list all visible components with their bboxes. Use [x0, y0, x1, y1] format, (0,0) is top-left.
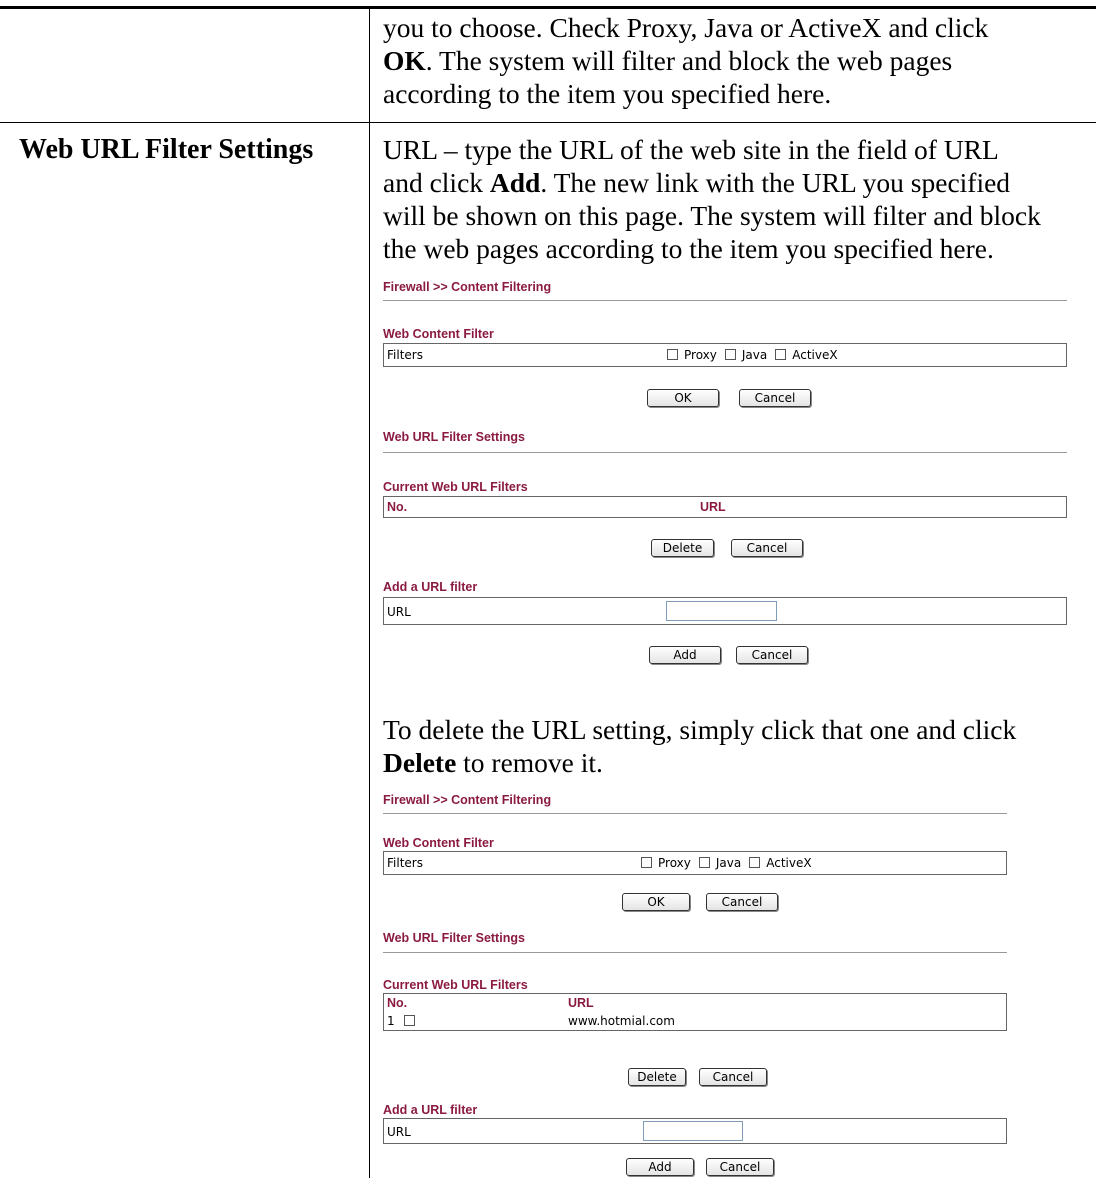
- desc-line-1: URL – type the URL of the web site in th…: [383, 134, 999, 165]
- java-checkbox[interactable]: [698, 857, 710, 868]
- intro-line-2: OK. The system will filter and block the…: [383, 44, 952, 77]
- url-label: URL: [387, 1125, 411, 1139]
- intro-line-2-rest: . The system will filter and block the w…: [425, 45, 953, 76]
- url-label: URL: [387, 605, 411, 619]
- intro-line-1: you to choose. Check Proxy, Java or Acti…: [383, 12, 989, 43]
- filters-row: Filters Proxy Java ActiveX: [383, 343, 1067, 367]
- breadcrumb: Firewall >> Content Filtering: [383, 280, 552, 294]
- add-button[interactable]: Add: [626, 1158, 694, 1176]
- desc-line-2: and click Add. The new link with the URL…: [383, 167, 1011, 198]
- delete-line-1: To delete the URL setting, simply click …: [383, 714, 1017, 745]
- current-filters-table: No. URL 1 www.hotmial.com: [383, 993, 1007, 1031]
- proxy-checkbox[interactable]: [667, 349, 678, 360]
- row-label-web-url-filter: Web URL Filter Settings: [19, 134, 314, 165]
- cancel-button[interactable]: Cancel: [706, 893, 778, 911]
- cancel-button[interactable]: Cancel: [706, 1158, 774, 1176]
- current-filters-table: No. URL: [383, 496, 1067, 518]
- row-url: www.hotmial.com: [568, 1014, 675, 1028]
- separator: [383, 813, 1007, 814]
- table-row: 1: [387, 1014, 421, 1028]
- proxy-label: Proxy: [684, 348, 717, 362]
- separator: [383, 452, 1067, 453]
- section-web-content-filter: Web Content Filter: [383, 327, 494, 341]
- router-screenshot-empty: Firewall >> Content Filtering Web Conten…: [383, 275, 1073, 670]
- activex-label: ActiveX: [792, 348, 838, 362]
- section-current-filters: Current Web URL Filters: [383, 480, 528, 494]
- intro-line-3: according to the item you specified here…: [383, 78, 832, 109]
- ok-button[interactable]: OK: [622, 893, 690, 911]
- table-top-rule: [0, 6, 1096, 9]
- activex-label: ActiveX: [766, 856, 812, 870]
- desc-line-4: the web pages according to the item you …: [383, 233, 994, 264]
- cancel-button[interactable]: Cancel: [739, 389, 811, 407]
- section-web-url-filter-settings: Web URL Filter Settings: [383, 430, 525, 444]
- url-input[interactable]: [666, 601, 777, 621]
- section-add-filter: Add a URL filter: [383, 580, 478, 594]
- col-url-header: URL: [568, 996, 594, 1010]
- filters-label: Filters: [387, 348, 423, 362]
- cancel-button[interactable]: Cancel: [731, 539, 803, 557]
- cancel-button[interactable]: Cancel: [736, 646, 808, 664]
- separator: [383, 300, 1067, 301]
- row-checkbox[interactable]: [404, 1015, 416, 1026]
- desc-bold-add: Add: [489, 167, 541, 198]
- col-no-header: No.: [387, 996, 408, 1010]
- intro-bold-ok: OK: [383, 45, 426, 76]
- cancel-button[interactable]: Cancel: [699, 1068, 767, 1086]
- section-add-filter: Add a URL filter: [383, 1103, 478, 1117]
- filters-row: Filters Proxy Java ActiveX: [383, 851, 1007, 875]
- add-filter-row: URL: [383, 597, 1067, 625]
- url-input[interactable]: [643, 1121, 743, 1141]
- filter-options: Proxy Java ActiveX: [667, 348, 846, 362]
- col-url-header: URL: [700, 500, 726, 514]
- java-checkbox[interactable]: [724, 349, 736, 360]
- delete-button[interactable]: Delete: [628, 1068, 686, 1086]
- row-number: 1: [387, 1014, 395, 1028]
- section-web-content-filter: Web Content Filter: [383, 836, 494, 850]
- delete-bold: Delete: [383, 747, 457, 778]
- proxy-label: Proxy: [658, 856, 691, 870]
- section-web-url-filter-settings: Web URL Filter Settings: [383, 931, 525, 945]
- row-divider: [0, 122, 1096, 123]
- filters-label: Filters: [387, 856, 423, 870]
- col-no-header: No.: [387, 500, 408, 514]
- separator: [383, 952, 1007, 953]
- section-current-filters: Current Web URL Filters: [383, 978, 528, 992]
- delete-line-2: Delete to remove it.: [383, 747, 603, 778]
- activex-checkbox[interactable]: [749, 857, 761, 868]
- filter-options: Proxy Java ActiveX: [641, 856, 820, 870]
- add-button[interactable]: Add: [649, 646, 721, 664]
- delete-button[interactable]: Delete: [651, 539, 714, 557]
- breadcrumb: Firewall >> Content Filtering: [383, 793, 552, 807]
- ok-button[interactable]: OK: [647, 389, 719, 407]
- router-screenshot-with-entry: Firewall >> Content Filtering Web Conten…: [383, 788, 1013, 1176]
- proxy-checkbox[interactable]: [641, 857, 652, 868]
- add-filter-row: URL: [383, 1118, 1007, 1144]
- activex-checkbox[interactable]: [775, 349, 787, 360]
- java-label: Java: [715, 856, 742, 870]
- java-label: Java: [741, 348, 768, 362]
- desc-line-3: will be shown on this page. The system w…: [383, 200, 1041, 231]
- column-divider: [369, 9, 370, 1178]
